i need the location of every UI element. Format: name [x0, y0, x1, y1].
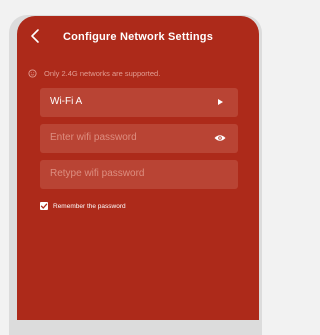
header: Configure Network Settings [17, 16, 259, 56]
wifi-password-input[interactable]: Enter wifi password [40, 124, 238, 153]
notice-text: Only 2.4G networks are supported. [44, 68, 161, 78]
retype-password-input[interactable]: Retype wifi password [40, 160, 238, 189]
play-triangle-icon [218, 99, 223, 105]
remember-password-checkbox[interactable] [40, 202, 48, 210]
configure-network-screen: Configure Network Settings Only 2.4G net… [17, 16, 259, 320]
info-circle-icon [28, 68, 37, 78]
remember-password-label: Remember the password [53, 202, 126, 210]
password-placeholder: Enter wifi password [50, 132, 137, 143]
eye-icon[interactable] [214, 134, 226, 142]
retype-password-placeholder: Retype wifi password [50, 168, 145, 179]
remember-password-option[interactable]: Remember the password [40, 202, 126, 210]
wifi-network-name: Wi-Fi A [50, 96, 83, 107]
network-notice: Only 2.4G networks are supported. [28, 66, 160, 80]
wifi-network-select[interactable]: Wi-Fi A [40, 88, 238, 117]
checkmark-icon [40, 203, 48, 209]
page-title: Configure Network Settings [62, 31, 214, 43]
